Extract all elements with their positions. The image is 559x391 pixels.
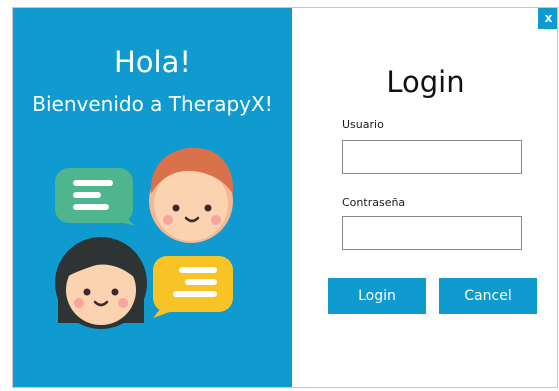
password-label: Contraseña <box>342 196 406 209</box>
close-button[interactable]: x <box>538 8 557 29</box>
username-input[interactable] <box>342 140 522 174</box>
login-title: Login <box>386 65 465 99</box>
cancel-button[interactable]: Cancel <box>439 278 537 314</box>
username-label: Usuario <box>342 118 384 131</box>
girl-avatar-icon <box>55 237 147 329</box>
login-button[interactable]: Login <box>328 278 426 314</box>
password-input[interactable] <box>342 216 522 250</box>
boy-avatar-icon <box>149 147 234 243</box>
welcome-panel: Hola! Bienvenido a TherapyX! <box>13 8 292 387</box>
chat-people-illustration <box>55 147 234 329</box>
login-window: Hola! Bienvenido a TherapyX! x Login Usu… <box>12 7 558 388</box>
yellow-chat-bubble-icon <box>153 256 233 318</box>
green-chat-bubble-icon <box>55 168 135 226</box>
